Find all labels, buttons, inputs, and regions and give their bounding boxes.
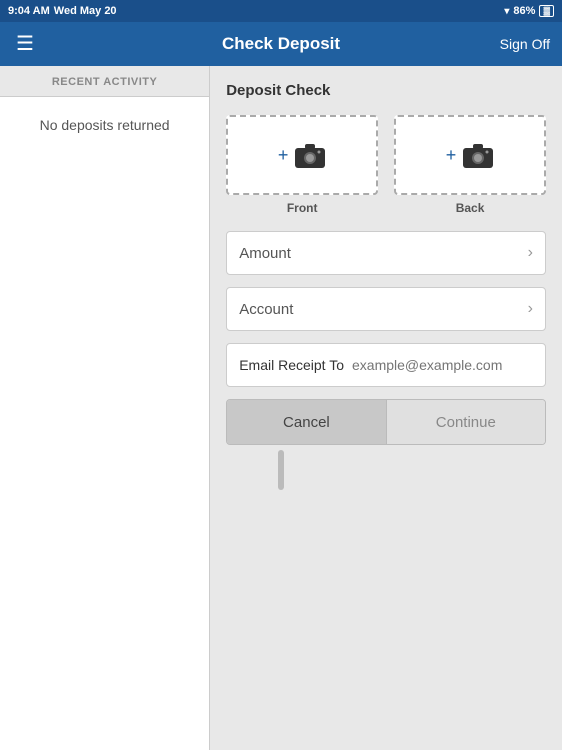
deposit-check-title: Deposit Check: [226, 82, 546, 99]
account-chevron-icon: ›: [528, 300, 533, 318]
front-photo-card: + Front: [226, 115, 378, 215]
email-receipt-label: Email Receipt To: [239, 357, 344, 373]
sign-off-button[interactable]: Sign Off: [500, 36, 550, 52]
cancel-button[interactable]: Cancel: [227, 400, 386, 444]
front-photo-button[interactable]: +: [226, 115, 378, 195]
wifi-icon: ▾: [504, 6, 509, 17]
nav-bar: ☰ Check Deposit Sign Off: [0, 22, 562, 66]
front-label: Front: [287, 201, 318, 215]
no-deposits-message: No deposits returned: [0, 97, 209, 750]
front-plus-icon: +: [278, 145, 289, 166]
back-photo-card: + Back: [394, 115, 546, 215]
back-photo-button[interactable]: +: [394, 115, 546, 195]
right-panel: Deposit Check + Front +: [210, 66, 562, 750]
recent-activity-header: RECENT ACTIVITY: [0, 66, 209, 97]
front-camera-icon: [294, 141, 326, 169]
scroll-indicator: [278, 450, 284, 490]
menu-button[interactable]: ☰: [12, 30, 38, 58]
back-plus-icon: +: [446, 145, 457, 166]
page-title: Check Deposit: [222, 34, 340, 54]
time-display: 9:04 AM: [8, 5, 50, 17]
back-camera-icon: [462, 141, 494, 169]
battery-icon: ▓: [539, 5, 554, 17]
email-receipt-row: Email Receipt To: [226, 343, 546, 387]
main-layout: RECENT ACTIVITY No deposits returned Dep…: [0, 66, 562, 750]
amount-field[interactable]: Amount ›: [226, 231, 546, 275]
status-bar: 9:04 AM Wed May 20 ▾ 86% ▓: [0, 0, 562, 22]
account-field[interactable]: Account ›: [226, 287, 546, 331]
amount-chevron-icon: ›: [528, 244, 533, 262]
photo-row: + Front +: [226, 115, 546, 215]
continue-button[interactable]: Continue: [387, 400, 545, 444]
left-panel: RECENT ACTIVITY No deposits returned: [0, 66, 210, 750]
date-display: Wed May 20: [54, 5, 117, 17]
account-label: Account: [239, 301, 293, 318]
action-row: Cancel Continue: [226, 399, 546, 445]
back-label: Back: [456, 201, 485, 215]
status-left: 9:04 AM Wed May 20: [8, 5, 117, 17]
battery-display: 86%: [513, 5, 535, 17]
status-right: ▾ 86% ▓: [504, 5, 554, 17]
email-input[interactable]: [352, 357, 533, 373]
amount-label: Amount: [239, 245, 291, 262]
